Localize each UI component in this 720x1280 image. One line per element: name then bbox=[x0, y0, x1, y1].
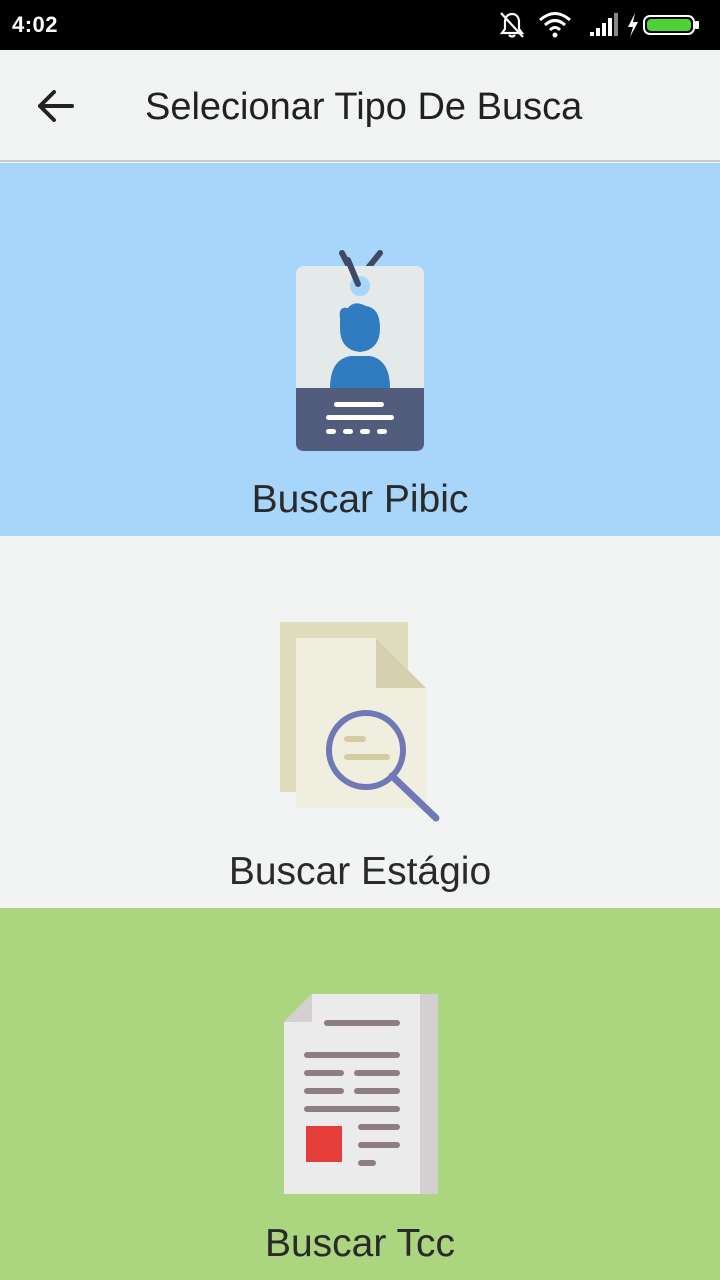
page-title: Selecionar Tipo De Busca bbox=[145, 86, 583, 128]
back-button[interactable] bbox=[24, 74, 88, 138]
arrow-left-icon bbox=[38, 90, 74, 122]
option-label-estagio: Buscar Estágio bbox=[228, 850, 492, 893]
document-report-icon bbox=[284, 994, 438, 1194]
app-bar: Selecionar Tipo De Busca bbox=[0, 50, 720, 162]
charging-bolt-icon bbox=[628, 13, 638, 37]
signal-icon bbox=[590, 13, 618, 36]
option-label-tcc: Buscar Tcc bbox=[264, 1222, 455, 1265]
option-label-pibic: Buscar Pibic bbox=[251, 478, 469, 521]
status-bar: 4:02 bbox=[0, 0, 720, 50]
option-buscar-tcc[interactable]: Buscar Tcc bbox=[0, 908, 720, 1280]
option-buscar-estagio[interactable]: Buscar Estágio bbox=[0, 536, 720, 909]
battery-icon bbox=[643, 15, 699, 35]
option-buscar-pibic[interactable]: Buscar Pibic bbox=[0, 163, 720, 536]
id-badge-icon bbox=[296, 250, 424, 451]
wifi-icon bbox=[539, 12, 571, 38]
bell-muted-icon bbox=[499, 12, 525, 38]
status-time: 4:02 bbox=[12, 12, 59, 37]
document-search-icon bbox=[280, 622, 440, 822]
